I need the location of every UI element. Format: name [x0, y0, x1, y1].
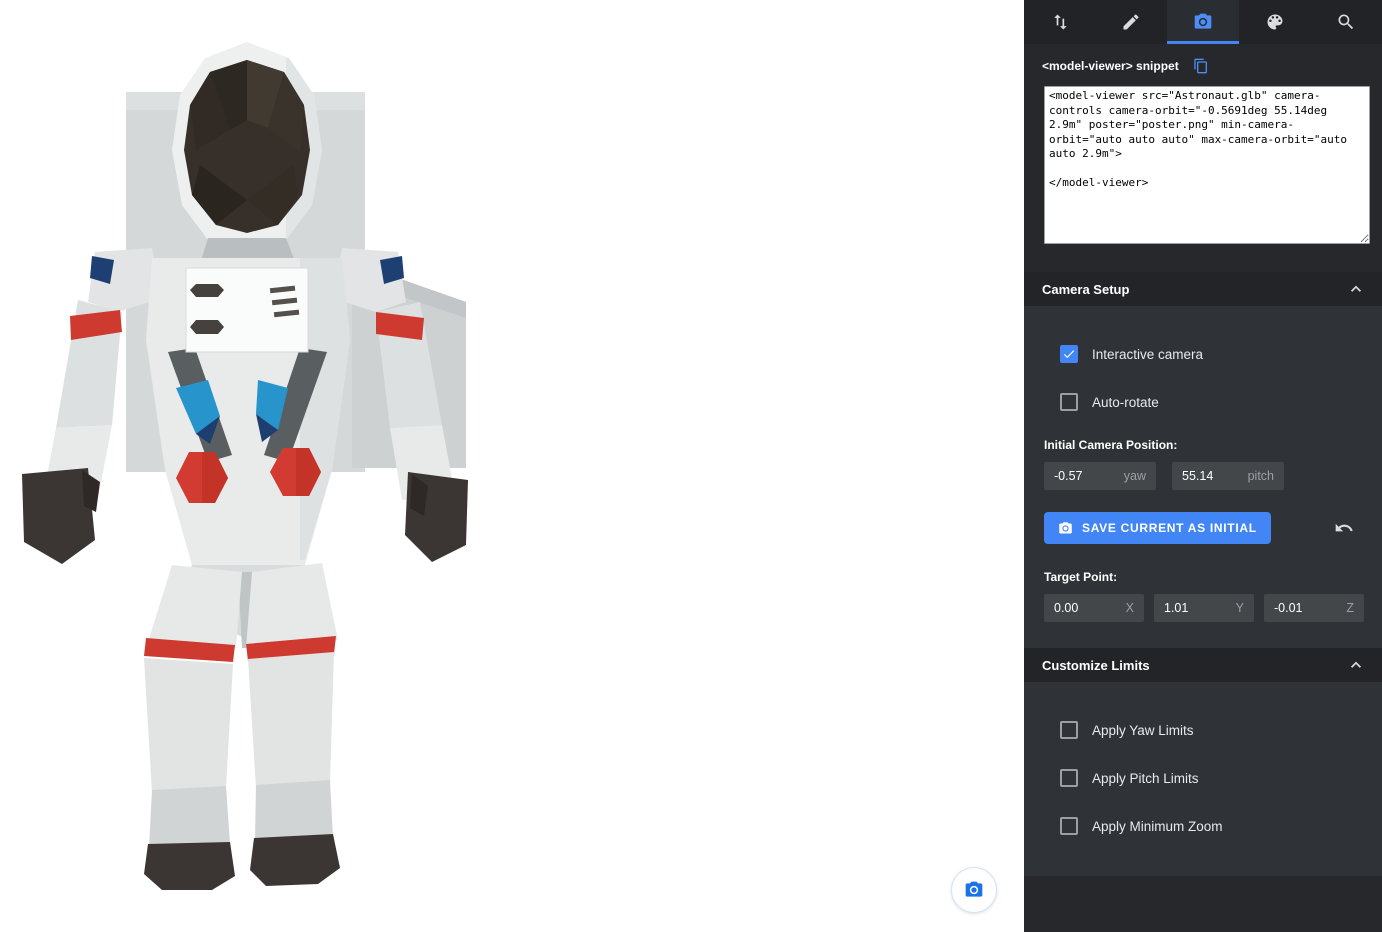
- interactive-camera-checkbox[interactable]: [1060, 345, 1078, 363]
- copy-snippet-button[interactable]: [1193, 58, 1209, 74]
- target-x-suffix: X: [1126, 601, 1134, 615]
- pitch-input[interactable]: [1182, 469, 1242, 483]
- tab-materials[interactable]: [1239, 0, 1311, 44]
- yaw-field[interactable]: yaw: [1044, 462, 1156, 490]
- undo-button[interactable]: [1334, 518, 1354, 538]
- apply-yaw-limits-label: Apply Yaw Limits: [1092, 723, 1194, 738]
- tab-import-export[interactable]: [1024, 0, 1096, 44]
- apply-minimum-zoom-label: Apply Minimum Zoom: [1092, 819, 1223, 834]
- save-row: SAVE CURRENT AS INITIAL: [1044, 512, 1362, 544]
- apply-yaw-limits-checkbox[interactable]: [1060, 721, 1078, 739]
- auto-rotate-label: Auto-rotate: [1092, 395, 1159, 410]
- interactive-camera-label: Interactive camera: [1092, 347, 1203, 362]
- target-y-input[interactable]: [1164, 601, 1230, 615]
- apply-minimum-zoom-row[interactable]: Apply Minimum Zoom: [1024, 802, 1382, 850]
- tab-camera[interactable]: [1167, 0, 1239, 44]
- editor-toolbar: [1024, 0, 1382, 44]
- snippet-header: <model-viewer> snippet: [1024, 44, 1382, 82]
- swap-vertical-icon: [1050, 12, 1070, 32]
- apply-pitch-limits-checkbox[interactable]: [1060, 769, 1078, 787]
- customize-limits-header[interactable]: Customize Limits: [1024, 648, 1382, 682]
- chevron-up-icon[interactable]: [1346, 279, 1366, 299]
- apply-minimum-zoom-checkbox[interactable]: [1060, 817, 1078, 835]
- editor-panel: <model-viewer> snippet <model-viewer src…: [1024, 0, 1382, 932]
- copy-icon: [1193, 58, 1209, 74]
- camera-setup-body: Interactive camera Auto-rotate Initial C…: [1024, 306, 1382, 648]
- pencil-icon: [1121, 12, 1141, 32]
- camera-icon: [964, 880, 984, 900]
- apply-pitch-limits-label: Apply Pitch Limits: [1092, 771, 1199, 786]
- snippet-title: <model-viewer> snippet: [1042, 59, 1179, 73]
- target-z-suffix: Z: [1346, 601, 1354, 615]
- model-viewer-editor: <model-viewer> snippet <model-viewer src…: [0, 0, 1382, 932]
- target-z-field[interactable]: Z: [1264, 594, 1364, 622]
- initial-position-fields: yaw pitch: [1044, 462, 1382, 490]
- save-current-as-initial-button[interactable]: SAVE CURRENT AS INITIAL: [1044, 512, 1271, 544]
- screenshot-button[interactable]: [951, 867, 997, 913]
- section-title: Customize Limits: [1042, 658, 1150, 673]
- model-viewer-canvas[interactable]: [0, 0, 1024, 932]
- auto-rotate-row[interactable]: Auto-rotate: [1024, 378, 1382, 426]
- initial-camera-position-label: Initial Camera Position:: [1044, 438, 1382, 452]
- yaw-input[interactable]: [1054, 469, 1118, 483]
- target-point-fields: X Y Z: [1044, 594, 1382, 624]
- target-z-input[interactable]: [1274, 601, 1340, 615]
- camera-icon: [1193, 12, 1213, 32]
- search-icon: [1336, 12, 1356, 32]
- pitch-suffix: pitch: [1248, 469, 1274, 483]
- interactive-camera-row[interactable]: Interactive camera: [1024, 330, 1382, 378]
- target-x-input[interactable]: [1054, 601, 1120, 615]
- check-icon: [1062, 347, 1076, 361]
- section-title: Camera Setup: [1042, 282, 1129, 297]
- auto-rotate-checkbox[interactable]: [1060, 393, 1078, 411]
- apply-yaw-limits-row[interactable]: Apply Yaw Limits: [1024, 706, 1382, 754]
- tab-inspector[interactable]: [1310, 0, 1382, 44]
- pitch-field[interactable]: pitch: [1172, 462, 1284, 490]
- undo-icon: [1334, 518, 1354, 538]
- camera-setup-header[interactable]: Camera Setup: [1024, 272, 1382, 306]
- chevron-up-icon[interactable]: [1346, 655, 1366, 675]
- target-x-field[interactable]: X: [1044, 594, 1144, 622]
- snippet-code-editor[interactable]: <model-viewer src="Astronaut.glb" camera…: [1044, 86, 1370, 244]
- target-y-field[interactable]: Y: [1154, 594, 1254, 622]
- save-button-label: SAVE CURRENT AS INITIAL: [1082, 521, 1257, 535]
- astronaut-model: [0, 0, 1024, 932]
- customize-limits-body: Apply Yaw Limits Apply Pitch Limits Appl…: [1024, 682, 1382, 876]
- tab-edit[interactable]: [1096, 0, 1168, 44]
- target-point-label: Target Point:: [1044, 570, 1382, 584]
- apply-pitch-limits-row[interactable]: Apply Pitch Limits: [1024, 754, 1382, 802]
- camera-icon: [1058, 521, 1073, 536]
- palette-icon: [1265, 12, 1285, 32]
- target-y-suffix: Y: [1236, 601, 1244, 615]
- yaw-suffix: yaw: [1124, 469, 1146, 483]
